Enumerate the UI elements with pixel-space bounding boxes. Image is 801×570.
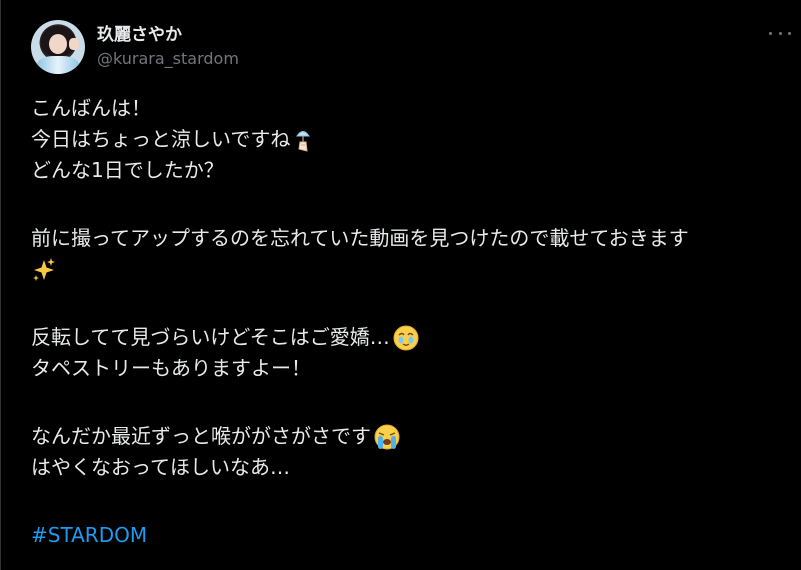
author-names: 玖麗さやか @kurara_stardom (97, 24, 239, 70)
tweet-line: タペストリーもありますよー！ (31, 353, 791, 384)
tweet-line-text: どんな1日でしたか？ (31, 158, 224, 182)
crying-face-icon (374, 424, 400, 449)
more-options-icon[interactable] (769, 24, 791, 42)
wind-chime-icon (296, 130, 311, 152)
tweet-line: 今日はちょっと涼しいですね (31, 124, 791, 155)
sparkles-icon (33, 257, 55, 281)
tweet-line (31, 254, 791, 285)
tweet-line: こんばんは！ (31, 93, 791, 124)
tweet-line: なんだか最近ずっと喉ががさがさです (31, 421, 791, 452)
tweet-line: #STARDOM (31, 520, 791, 551)
tweet-line: 反転してて見づらいけどそこはご愛嬌… (31, 322, 791, 353)
tweet-line: 前に撮ってアップするのを忘れていた動画を見つけたので載せておきます (31, 223, 791, 254)
author-handle[interactable]: @kurara_stardom (97, 48, 239, 70)
avatar-hand (69, 38, 79, 50)
tweet-line-text: なんだか最近ずっと喉ががさがさです (31, 424, 371, 448)
tweet-line: どんな1日でしたか？ (31, 155, 791, 186)
tweet-line-text: 反転してて見づらいけどそこはご愛嬌… (31, 325, 390, 349)
tweet-line-text: 今日はちょっと涼しいですね (31, 127, 291, 151)
avatar-outfit (37, 56, 79, 74)
hashtag-link[interactable]: #STARDOM (31, 520, 147, 551)
tweet-line-text: こんばんは！ (31, 96, 151, 120)
tweet-header: 玖麗さやか @kurara_stardom (31, 20, 239, 74)
avatar-face (49, 34, 67, 54)
tweet-line-text: 前に撮ってアップするのを忘れていた動画を見つけたので載せておきます (31, 226, 689, 250)
tweet-text: こんばんは！ 今日はちょっと涼しいですね どんな1日でしたか？ 前に撮ってアップ… (31, 93, 791, 551)
tweet-line-text: タペストリーもありますよー！ (31, 356, 311, 380)
author-display-name[interactable]: 玖麗さやか (97, 24, 239, 46)
avatar[interactable] (31, 20, 85, 74)
tweet-line-text: はやくなおってほしいなあ… (31, 455, 290, 479)
tweet-card: 玖麗さやか @kurara_stardom こんばんは！ 今日はちょっと涼しいで… (0, 0, 801, 570)
tweet-line: はやくなおってほしいなあ… (31, 452, 791, 483)
teary-smile-icon (393, 325, 419, 350)
